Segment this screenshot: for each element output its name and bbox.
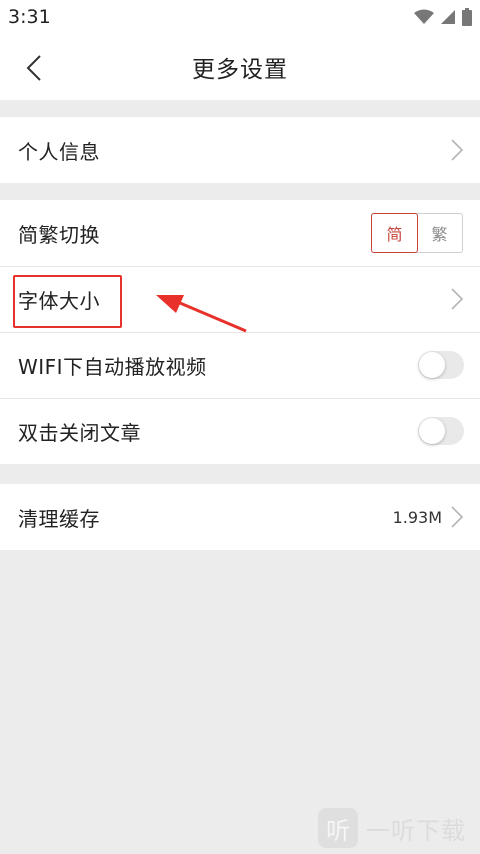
chevron-right-icon	[451, 139, 464, 161]
wifi-autoplay-row: WIFI下自动播放视频	[0, 332, 480, 398]
double-tap-close-label: 双击关闭文章	[18, 420, 141, 445]
traditional-option[interactable]: 繁	[417, 214, 462, 252]
chevron-right-icon	[451, 506, 464, 528]
status-time: 3:31	[8, 6, 51, 28]
personal-info-row[interactable]: 个人信息	[0, 117, 480, 183]
personal-info-label: 个人信息	[18, 139, 100, 164]
nav-bar: 更多设置	[0, 34, 480, 100]
simplified-option[interactable]: 简	[371, 213, 418, 253]
cache-size: 1.93M	[392, 507, 442, 527]
annotation-highlight-box	[13, 275, 122, 328]
clear-cache-row[interactable]: 清理缓存 1.93M	[0, 484, 480, 550]
watermark-logo: 听	[318, 808, 358, 848]
battery-icon	[462, 8, 472, 26]
status-bar: 3:31	[0, 0, 480, 34]
toggle-knob	[419, 418, 445, 444]
convert-segmented-control: 简 繁	[371, 213, 463, 253]
signal-icon	[441, 10, 455, 24]
convert-label: 简繁切换	[18, 222, 100, 247]
wifi-autoplay-toggle[interactable]	[418, 351, 464, 379]
page-title: 更多设置	[192, 57, 288, 83]
annotation-arrow-icon	[156, 295, 247, 333]
double-tap-close-toggle[interactable]	[418, 417, 464, 445]
wifi-icon	[414, 9, 434, 24]
wifi-autoplay-label: WIFI下自动播放视频	[18, 354, 207, 379]
watermark-text: 一听下载	[366, 816, 466, 845]
convert-row: 简繁切换 简 繁	[0, 200, 480, 266]
watermark: 听 一听下载	[318, 808, 466, 848]
cache-section: 清理缓存 1.93M	[0, 484, 480, 550]
status-icons	[414, 8, 472, 26]
clear-cache-label: 清理缓存	[18, 506, 100, 531]
chevron-right-icon	[451, 288, 464, 310]
personal-section: 个人信息	[0, 117, 480, 183]
double-tap-close-row: 双击关闭文章	[0, 398, 480, 464]
toggle-knob	[419, 352, 445, 378]
